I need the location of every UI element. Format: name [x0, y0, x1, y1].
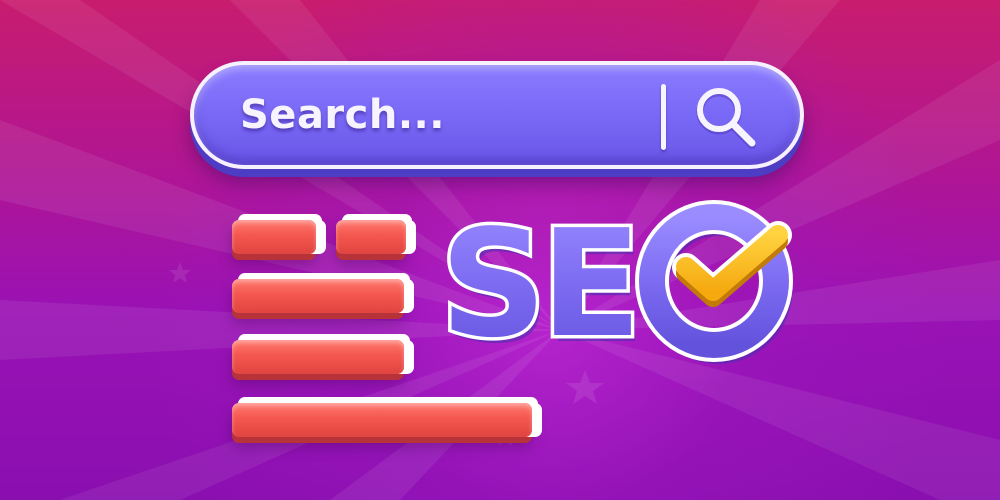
seo-logo: SE SE SE [437, 195, 793, 375]
text-line-4 [232, 403, 532, 437]
text-line-1b [336, 220, 406, 254]
seo-banner: Search... SE SE SE [0, 0, 1000, 500]
text-line-3 [232, 340, 404, 374]
text-line-2 [232, 279, 404, 313]
text-line-1a [232, 220, 316, 254]
seo-text: SE [440, 198, 636, 370]
search-icon[interactable] [688, 79, 764, 155]
search-bar[interactable]: Search... [190, 61, 804, 169]
search-input[interactable]: Search... [240, 92, 445, 138]
search-caret [661, 84, 666, 150]
